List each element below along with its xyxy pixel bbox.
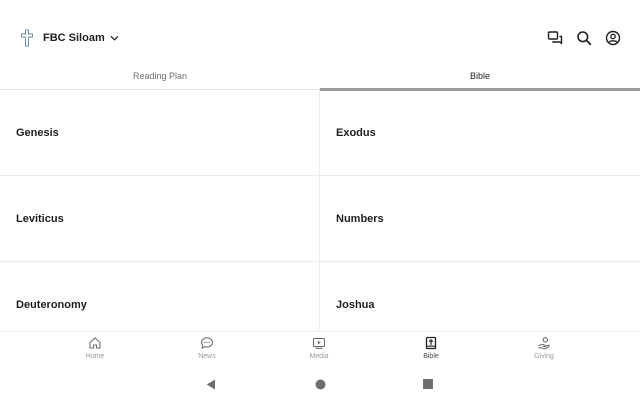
news-icon: [201, 337, 213, 350]
tab-bar: Reading Plan Bible: [0, 62, 640, 91]
system-back-button[interactable]: [204, 378, 218, 390]
recents-icon: [423, 379, 433, 389]
bible-icon: [425, 336, 437, 350]
home-circle-icon: [315, 379, 325, 389]
book-label: Leviticus: [16, 212, 64, 225]
nav-bible[interactable]: Bible: [401, 336, 461, 366]
nav-news[interactable]: News: [177, 336, 237, 366]
search-icon: [577, 31, 592, 46]
book-exodus[interactable]: Exodus: [320, 90, 640, 176]
system-home-button[interactable]: [313, 378, 327, 390]
nav-news-label: News: [198, 353, 216, 360]
nav-media[interactable]: Media: [289, 336, 349, 366]
home-icon: [89, 337, 101, 349]
book-label: Deuteronomy: [16, 298, 87, 311]
giving-icon: [538, 337, 550, 350]
nav-giving[interactable]: Giving: [514, 336, 574, 366]
search-button[interactable]: [575, 29, 593, 47]
book-numbers[interactable]: Numbers: [320, 176, 640, 262]
cross-icon: [21, 29, 33, 47]
back-icon: [206, 379, 215, 389]
chat-icon: [547, 31, 563, 45]
nav-giving-label: Giving: [534, 353, 554, 360]
tab-bible[interactable]: Bible: [320, 62, 640, 91]
book-label: Exodus: [336, 126, 376, 139]
top-app-bar: FBC Siloam: [0, 0, 640, 62]
church-selector[interactable]: FBC Siloam: [20, 28, 119, 48]
media-icon: [312, 337, 326, 349]
book-label: Joshua: [336, 298, 375, 311]
book-label: Numbers: [336, 212, 384, 225]
bottom-navigation: Home News Media Bible Giving: [0, 331, 640, 367]
book-grid: Genesis Exodus Leviticus Numbers Deutero…: [0, 90, 640, 330]
nav-bible-label: Bible: [423, 353, 439, 360]
book-joshua[interactable]: Joshua: [320, 262, 640, 330]
church-name: FBC Siloam: [43, 32, 105, 44]
nav-home-label: Home: [85, 353, 105, 360]
book-genesis[interactable]: Genesis: [0, 90, 320, 176]
chevron-down-icon: [110, 35, 119, 40]
nav-home[interactable]: Home: [65, 336, 125, 366]
book-deuteronomy[interactable]: Deuteronomy: [0, 262, 320, 330]
nav-media-label: Media: [309, 353, 329, 360]
book-label: Genesis: [16, 126, 59, 139]
system-recents-button[interactable]: [421, 378, 435, 390]
chat-button[interactable]: [546, 29, 564, 47]
tab-reading-plan[interactable]: Reading Plan: [0, 62, 320, 90]
account-icon: [605, 30, 621, 46]
book-leviticus[interactable]: Leviticus: [0, 176, 320, 262]
header-actions: [535, 28, 622, 48]
system-navigation-bar: [0, 368, 640, 400]
account-button[interactable]: [604, 29, 622, 47]
